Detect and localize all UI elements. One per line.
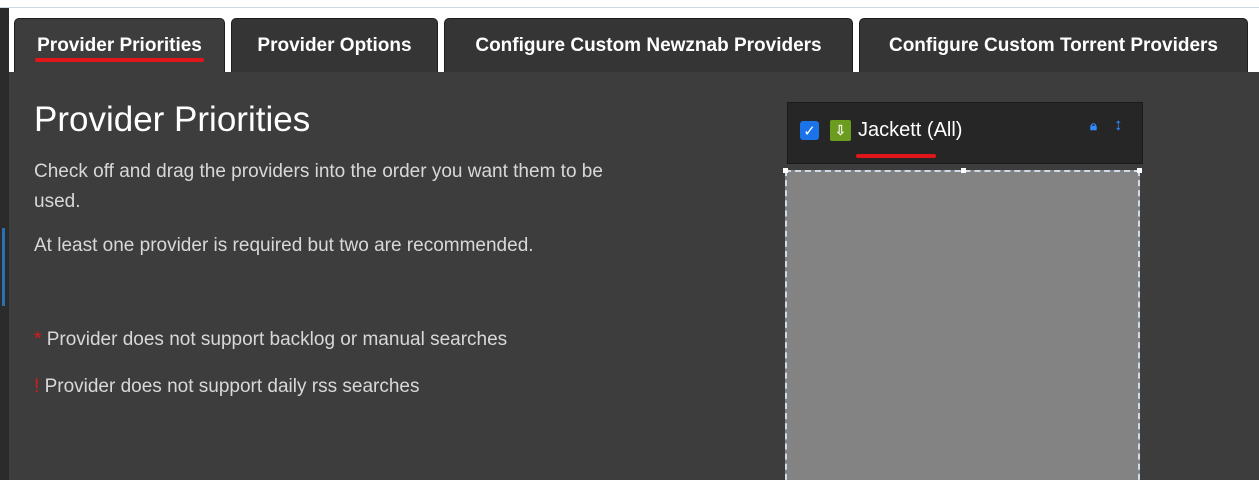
legend-text: Provider does not support daily rss sear… — [44, 376, 420, 397]
legend-daily-rss: ! Provider does not support daily rss se… — [34, 376, 419, 398]
lock-icon: 🔒︎ — [1090, 118, 1097, 133]
legend-backlog: * Provider does not support backlog or m… — [34, 329, 507, 351]
tab-bar: Provider Priorities Provider Options Con… — [9, 18, 1259, 72]
drag-handle[interactable] — [961, 168, 966, 173]
exclamation-marker: ! — [34, 376, 40, 397]
tab-custom-newznab[interactable]: Configure Custom Newznab Providers — [444, 18, 853, 72]
left-edge-highlight — [2, 228, 5, 306]
provider-drop-area[interactable] — [783, 168, 1142, 480]
legend-text: Provider does not support backlog or man… — [46, 329, 508, 350]
tab-label: Provider Priorities — [37, 34, 202, 56]
tab-panel: Provider Priorities Check off and drag t… — [9, 72, 1259, 480]
tab-provider-options[interactable]: Provider Options — [231, 18, 438, 72]
tab-label: Provider Options — [257, 34, 412, 56]
left-edge — [0, 8, 9, 480]
description: Check off and drag the providers into th… — [34, 161, 603, 212]
provider-requirement-note: At least one provider is required but tw… — [34, 235, 534, 256]
move-updown-icon[interactable]: ↕ — [1114, 115, 1123, 135]
top-border — [0, 0, 1259, 8]
annotation-underline — [856, 154, 936, 158]
tab-provider-priorities[interactable]: Provider Priorities — [14, 18, 225, 72]
annotation-underline — [35, 58, 204, 62]
provider-name: Jackett (All) — [858, 119, 963, 141]
provider-item-jackett[interactable]: ✓ ⇩ Jackett (All) 🔒︎ ↕ — [787, 102, 1143, 164]
tab-custom-torrent[interactable]: Configure Custom Torrent Providers — [859, 18, 1248, 72]
tab-label: Configure Custom Newznab Providers — [475, 34, 822, 56]
checkbox-icon[interactable]: ✓ — [800, 121, 819, 140]
tab-label: Configure Custom Torrent Providers — [888, 34, 1218, 56]
page-title: Provider Priorities — [34, 100, 311, 139]
drag-handle[interactable] — [783, 168, 788, 173]
jackett-icon: ⇩ — [830, 120, 851, 141]
asterisk-marker: * — [34, 329, 42, 350]
page: Provider Priorities Provider Options Con… — [0, 0, 1259, 480]
drag-handle[interactable] — [1137, 168, 1142, 173]
